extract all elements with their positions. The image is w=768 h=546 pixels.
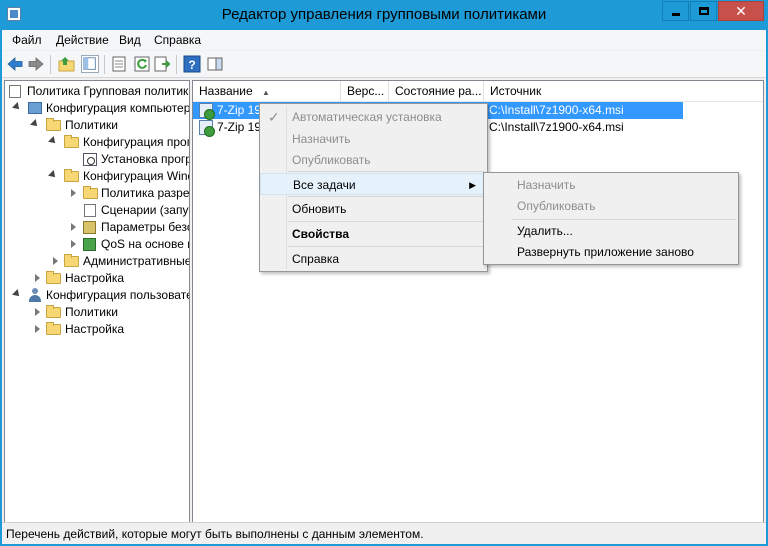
expand-arrow-icon[interactable] [71, 240, 76, 248]
submenu-item-remove[interactable]: Удалить... [484, 220, 738, 242]
title-bar: Редактор управления групповыми политикам… [0, 0, 768, 30]
folder-icon [64, 169, 79, 182]
toolbar: ? [2, 51, 766, 78]
status-text: Перечень действий, которые могут быть вы… [6, 527, 424, 541]
column-header-deployment-state[interactable]: Состояние ра... [389, 81, 484, 102]
qos-icon [83, 238, 96, 251]
submenu-item-publish[interactable]: Опубликовать [484, 195, 738, 217]
folder-icon [64, 135, 79, 148]
column-header-source[interactable]: Источник [484, 81, 763, 102]
console-tree[interactable]: Политика Групповая политика Конфигурация… [4, 80, 190, 523]
all-tasks-submenu: Назначить Опубликовать Удалить... Развер… [483, 172, 739, 265]
expand-arrow-icon[interactable] [71, 189, 76, 197]
forward-arrow-icon[interactable] [27, 55, 45, 73]
help-icon[interactable]: ? [183, 55, 201, 73]
sort-ascending-icon: ▲ [262, 88, 270, 97]
menu-bar: Файл Действие Вид Справка [2, 30, 766, 50]
menu-item-help[interactable]: Справка [260, 248, 487, 270]
close-button[interactable]: ✕ [718, 1, 764, 21]
collapse-arrow-icon[interactable] [12, 102, 22, 112]
submenu-item-redeploy[interactable]: Развернуть приложение заново [484, 241, 738, 263]
menu-item-all-tasks[interactable]: Все задачи ▶ [260, 173, 487, 195]
security-icon [83, 221, 96, 234]
window-title: Редактор управления групповыми политикам… [221, 6, 547, 23]
refresh-icon[interactable] [133, 55, 151, 73]
collapse-arrow-icon[interactable] [48, 170, 58, 180]
checkmark-icon: ✓ [268, 109, 280, 125]
action-pane-icon[interactable] [206, 55, 224, 73]
expand-arrow-icon[interactable] [35, 325, 40, 333]
context-menu: ✓ Автоматическая установка Назначить Опу… [259, 103, 488, 272]
msi-package-icon [199, 120, 215, 137]
menu-item-refresh[interactable]: Обновить [260, 198, 487, 220]
folder-icon [64, 254, 79, 267]
expand-arrow-icon[interactable] [53, 257, 58, 265]
folder-icon [46, 322, 61, 335]
folder-icon [46, 305, 61, 318]
collapse-arrow-icon[interactable] [48, 136, 58, 146]
column-header-version[interactable]: Верс... [341, 81, 389, 102]
expand-arrow-icon[interactable] [35, 308, 40, 316]
menu-item-properties[interactable]: Свойства [260, 223, 487, 245]
script-icon [84, 204, 96, 217]
folder-icon [83, 186, 98, 199]
maximize-button[interactable] [690, 1, 717, 21]
minimize-icon [671, 12, 680, 16]
collapse-arrow-icon[interactable] [30, 119, 40, 129]
status-bar: Перечень действий, которые могут быть вы… [2, 522, 766, 544]
menu-view[interactable]: Вид [119, 33, 141, 47]
submenu-item-assign[interactable]: Назначить [484, 174, 738, 196]
column-header-name[interactable]: Название ▲ [193, 81, 341, 102]
up-folder-icon[interactable] [58, 55, 76, 73]
back-arrow-icon[interactable] [6, 55, 24, 73]
export-list-icon[interactable] [153, 55, 171, 73]
maximize-icon [698, 7, 709, 15]
policy-doc-icon [9, 85, 21, 98]
minimize-button[interactable] [662, 1, 689, 21]
gpo-editor-window: Редактор управления групповыми политикам… [0, 0, 768, 546]
menu-file[interactable]: Файл [12, 33, 42, 47]
folder-icon [46, 118, 61, 131]
menu-action[interactable]: Действие [56, 33, 109, 47]
menu-help[interactable]: Справка [154, 33, 201, 47]
svg-text:?: ? [188, 58, 195, 72]
submenu-arrow-icon: ▶ [469, 180, 476, 190]
properties-icon[interactable] [110, 55, 128, 73]
menu-item-auto-install[interactable]: ✓ Автоматическая установка [260, 106, 487, 128]
msi-package-icon [199, 103, 215, 120]
menu-item-assign[interactable]: Назначить [260, 128, 487, 150]
folder-icon [46, 271, 61, 284]
computer-icon [28, 102, 42, 114]
collapse-arrow-icon[interactable] [12, 289, 22, 299]
show-hide-tree-icon[interactable] [81, 55, 99, 73]
user-icon [28, 288, 42, 302]
expand-arrow-icon[interactable] [35, 274, 40, 282]
expand-arrow-icon[interactable] [71, 223, 76, 231]
close-icon: ✕ [735, 2, 747, 19]
software-install-icon [83, 153, 97, 166]
menu-item-publish[interactable]: Опубликовать [260, 149, 487, 171]
